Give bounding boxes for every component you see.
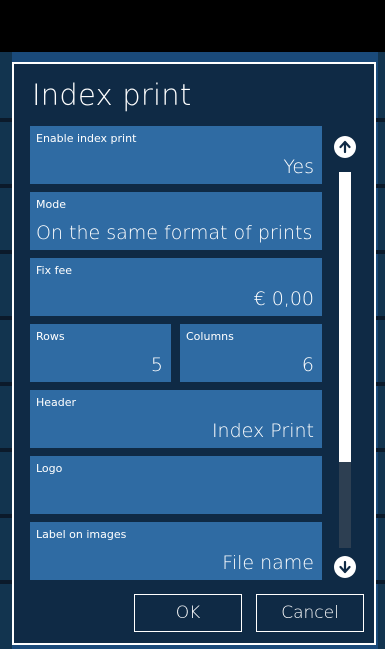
scrollbar-thumb[interactable]	[339, 172, 351, 462]
field-value: € 0,00	[253, 288, 314, 310]
logo-field[interactable]: Logo	[30, 456, 322, 514]
enable-index-print-field[interactable]: Enable index print Yes	[30, 126, 322, 184]
background-right-edge	[378, 52, 385, 649]
field-label: Columns	[186, 330, 234, 343]
header-field[interactable]: Header Index Print	[30, 390, 322, 448]
scrollbar-track[interactable]	[339, 172, 351, 548]
field-label: Rows	[36, 330, 65, 343]
arrow-down-glyph	[339, 560, 351, 574]
arrow-down-circle-icon[interactable]	[334, 556, 356, 578]
background-left-edge	[0, 52, 12, 649]
field-value: File name	[222, 552, 314, 574]
field-label: Fix fee	[36, 264, 72, 277]
field-value: 6	[301, 354, 314, 376]
field-label: Mode	[36, 198, 66, 211]
field-label: Label on images	[36, 528, 127, 541]
ok-button[interactable]: OK	[134, 594, 242, 632]
fix-fee-field[interactable]: Fix fee € 0,00	[30, 258, 322, 316]
arrow-up-glyph	[339, 140, 351, 154]
field-label: Logo	[36, 462, 63, 475]
dialog-title: Index print	[32, 78, 192, 112]
field-value: On the same format of prints	[36, 222, 313, 244]
label-on-images-field[interactable]: Label on images File name	[30, 522, 322, 580]
rows-field[interactable]: Rows 5	[30, 324, 171, 382]
field-label: Header	[36, 396, 77, 409]
cancel-button[interactable]: Cancel	[256, 594, 364, 632]
field-label: Enable index print	[36, 132, 137, 145]
field-value: Yes	[283, 156, 314, 178]
field-value: 5	[150, 354, 163, 376]
columns-field[interactable]: Columns 6	[180, 324, 322, 382]
index-print-dialog: Index print Enable index print Yes Mode …	[12, 62, 376, 645]
arrow-up-circle-icon[interactable]	[334, 136, 356, 158]
mode-field[interactable]: Mode On the same format of prints	[30, 192, 322, 250]
settings-list[interactable]: Enable index print Yes Mode On the same …	[30, 126, 322, 586]
field-value: Index Print	[211, 420, 314, 442]
